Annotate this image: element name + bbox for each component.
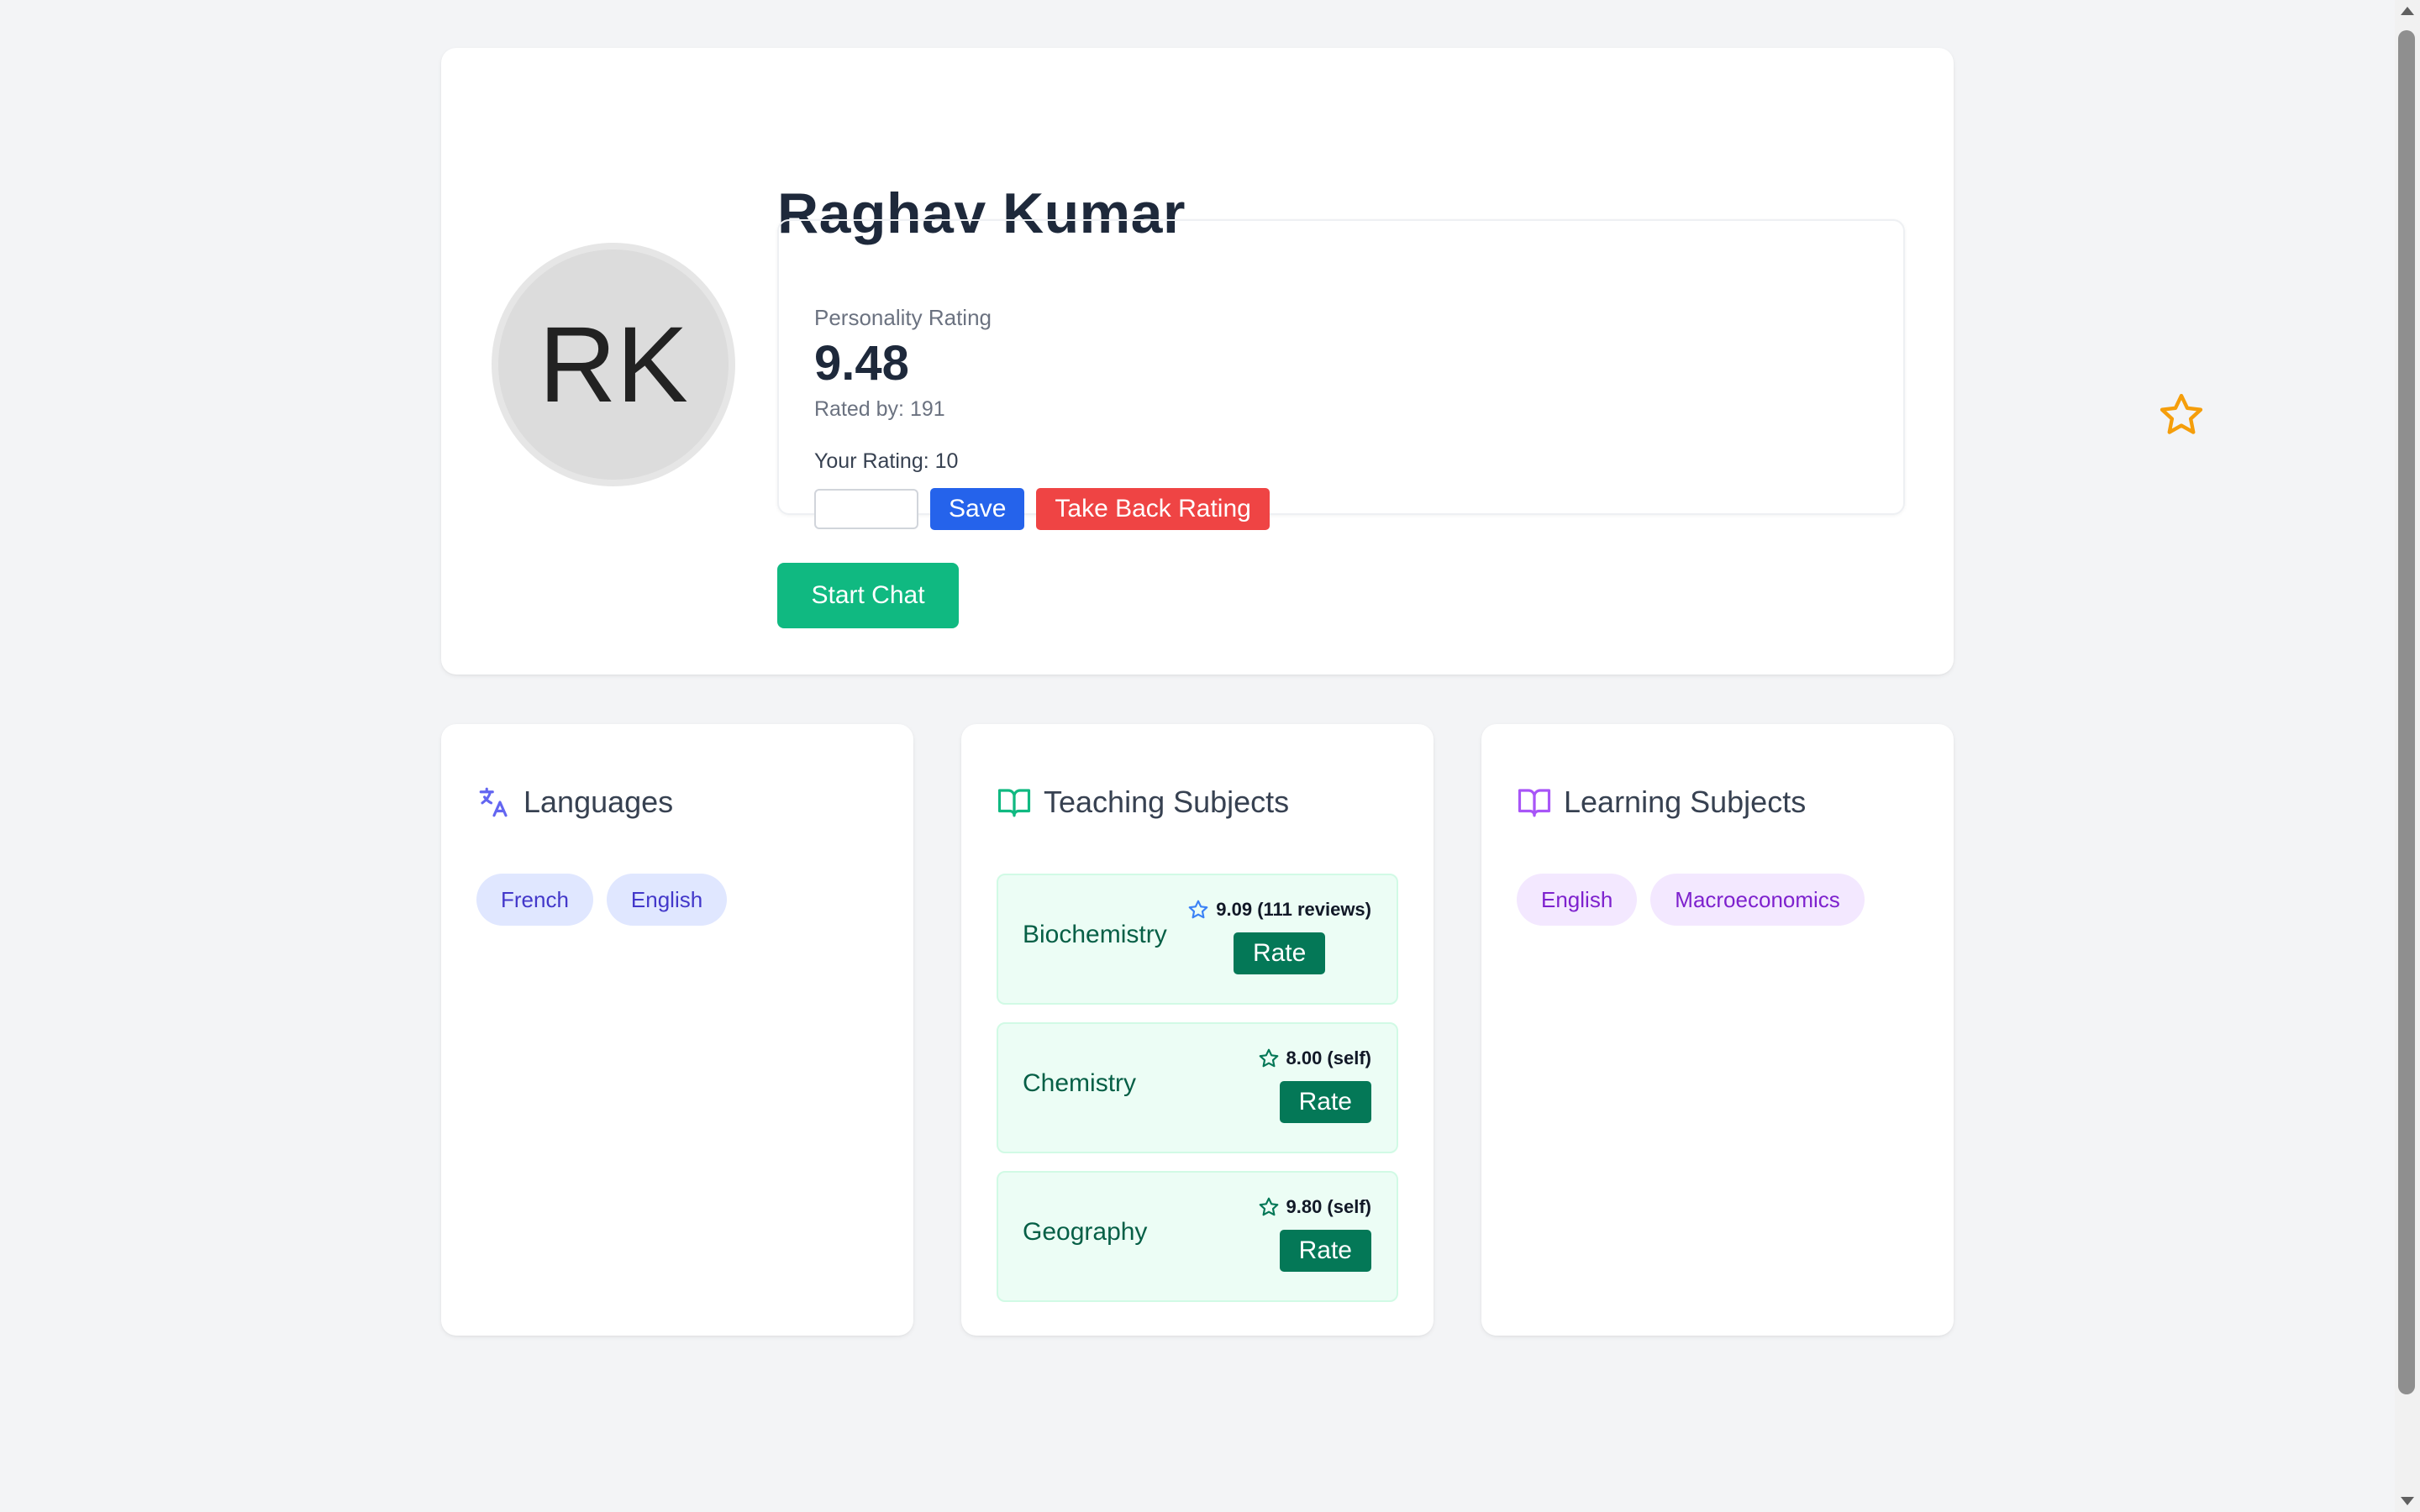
star-icon bbox=[1188, 900, 1208, 919]
save-button[interactable]: Save bbox=[930, 488, 1025, 530]
language-chip: English bbox=[606, 874, 728, 926]
take-back-rating-button[interactable]: Take Back Rating bbox=[1036, 488, 1270, 530]
star-icon bbox=[1259, 1197, 1278, 1216]
your-rating: Your Rating: 10 bbox=[814, 449, 959, 473]
teaching-subjects-title: Teaching Subjects bbox=[1044, 785, 1290, 819]
page: RK Raghav Kumar Personality Rating 9.48 … bbox=[0, 0, 2395, 1512]
learning-subject-chip: English bbox=[1517, 874, 1638, 926]
rate-button[interactable]: Rate bbox=[1279, 1081, 1371, 1123]
subject-score: 9.09 (111 reviews) bbox=[1187, 899, 1371, 921]
open-book-icon bbox=[1518, 789, 1551, 817]
favorite-star-icon[interactable] bbox=[2157, 391, 2206, 439]
rate-button[interactable]: Rate bbox=[1233, 932, 1326, 974]
learning-subjects-header: Learning Subjects bbox=[1517, 785, 1806, 820]
subject-name: Biochemistry bbox=[1023, 921, 1167, 948]
subject-actions: 9.80 (self) Rate bbox=[1258, 1196, 1372, 1272]
learning-subject-chip: Macroeconomics bbox=[1650, 874, 1865, 926]
teaching-subjects-header: Teaching Subjects bbox=[997, 785, 1289, 820]
subject-score-text: 9.09 (111 reviews) bbox=[1216, 899, 1371, 920]
subject-score-text: 9.80 (self) bbox=[1286, 1196, 1372, 1217]
languages-header: Languages bbox=[476, 785, 673, 820]
subject-score: 8.00 (self) bbox=[1258, 1047, 1372, 1069]
subject-card-biochemistry: Biochemistry 9.09 (111 reviews) Rate bbox=[997, 874, 1398, 1005]
translate-icon bbox=[479, 787, 508, 817]
profile-card: RK Raghav Kumar Personality Rating 9.48 … bbox=[441, 48, 2203, 675]
scroll-up-arrow-icon[interactable] bbox=[2401, 7, 2414, 15]
subject-name: Geography bbox=[1023, 1218, 1148, 1246]
vertical-scrollbar[interactable] bbox=[2395, 0, 2420, 1512]
start-chat-button[interactable]: Start Chat bbox=[777, 563, 959, 628]
teaching-subjects-panel: Teaching Subjects Biochemistry 9.09 (111… bbox=[961, 724, 1434, 1336]
subject-score: 9.80 (self) bbox=[1258, 1196, 1372, 1218]
languages-list: French English bbox=[476, 874, 728, 926]
languages-title: Languages bbox=[523, 785, 674, 819]
star-icon bbox=[1259, 1048, 1278, 1068]
subject-card-geography: Geography 9.80 (self) Rate bbox=[997, 1171, 1398, 1302]
rating-controls: Save Take Back Rating bbox=[814, 488, 1270, 530]
rating-input[interactable] bbox=[814, 489, 918, 529]
subject-actions: 9.09 (111 reviews) Rate bbox=[1187, 899, 1371, 974]
subject-actions: 8.00 (self) Rate bbox=[1258, 1047, 1372, 1123]
subject-name: Chemistry bbox=[1023, 1069, 1137, 1097]
subject-card-chemistry: Chemistry 8.00 (self) Rate bbox=[997, 1022, 1398, 1153]
personality-rating-box: Personality Rating 9.48 Rated by: 191 Yo… bbox=[777, 219, 2203, 530]
rate-button[interactable]: Rate bbox=[1279, 1230, 1371, 1272]
languages-panel: Languages French English bbox=[441, 724, 913, 1336]
learning-subjects-title: Learning Subjects bbox=[1564, 785, 1807, 819]
personality-rating-value: 9.48 bbox=[814, 336, 909, 391]
learning-subjects-list: English Macroeconomics bbox=[1517, 874, 1865, 926]
learning-subjects-panel: Learning Subjects English Macroeconomics bbox=[1481, 724, 1954, 1336]
scroll-down-arrow-icon[interactable] bbox=[2401, 1497, 2414, 1505]
personality-rating-label: Personality Rating bbox=[814, 305, 992, 330]
subject-score-text: 8.00 (self) bbox=[1286, 1047, 1372, 1068]
language-chip: French bbox=[476, 874, 593, 926]
scroll-thumb[interactable] bbox=[2398, 30, 2415, 1394]
open-book-icon bbox=[997, 789, 1031, 817]
avatar: RK bbox=[492, 243, 735, 486]
rated-by-count: Rated by: 191 bbox=[814, 397, 945, 421]
